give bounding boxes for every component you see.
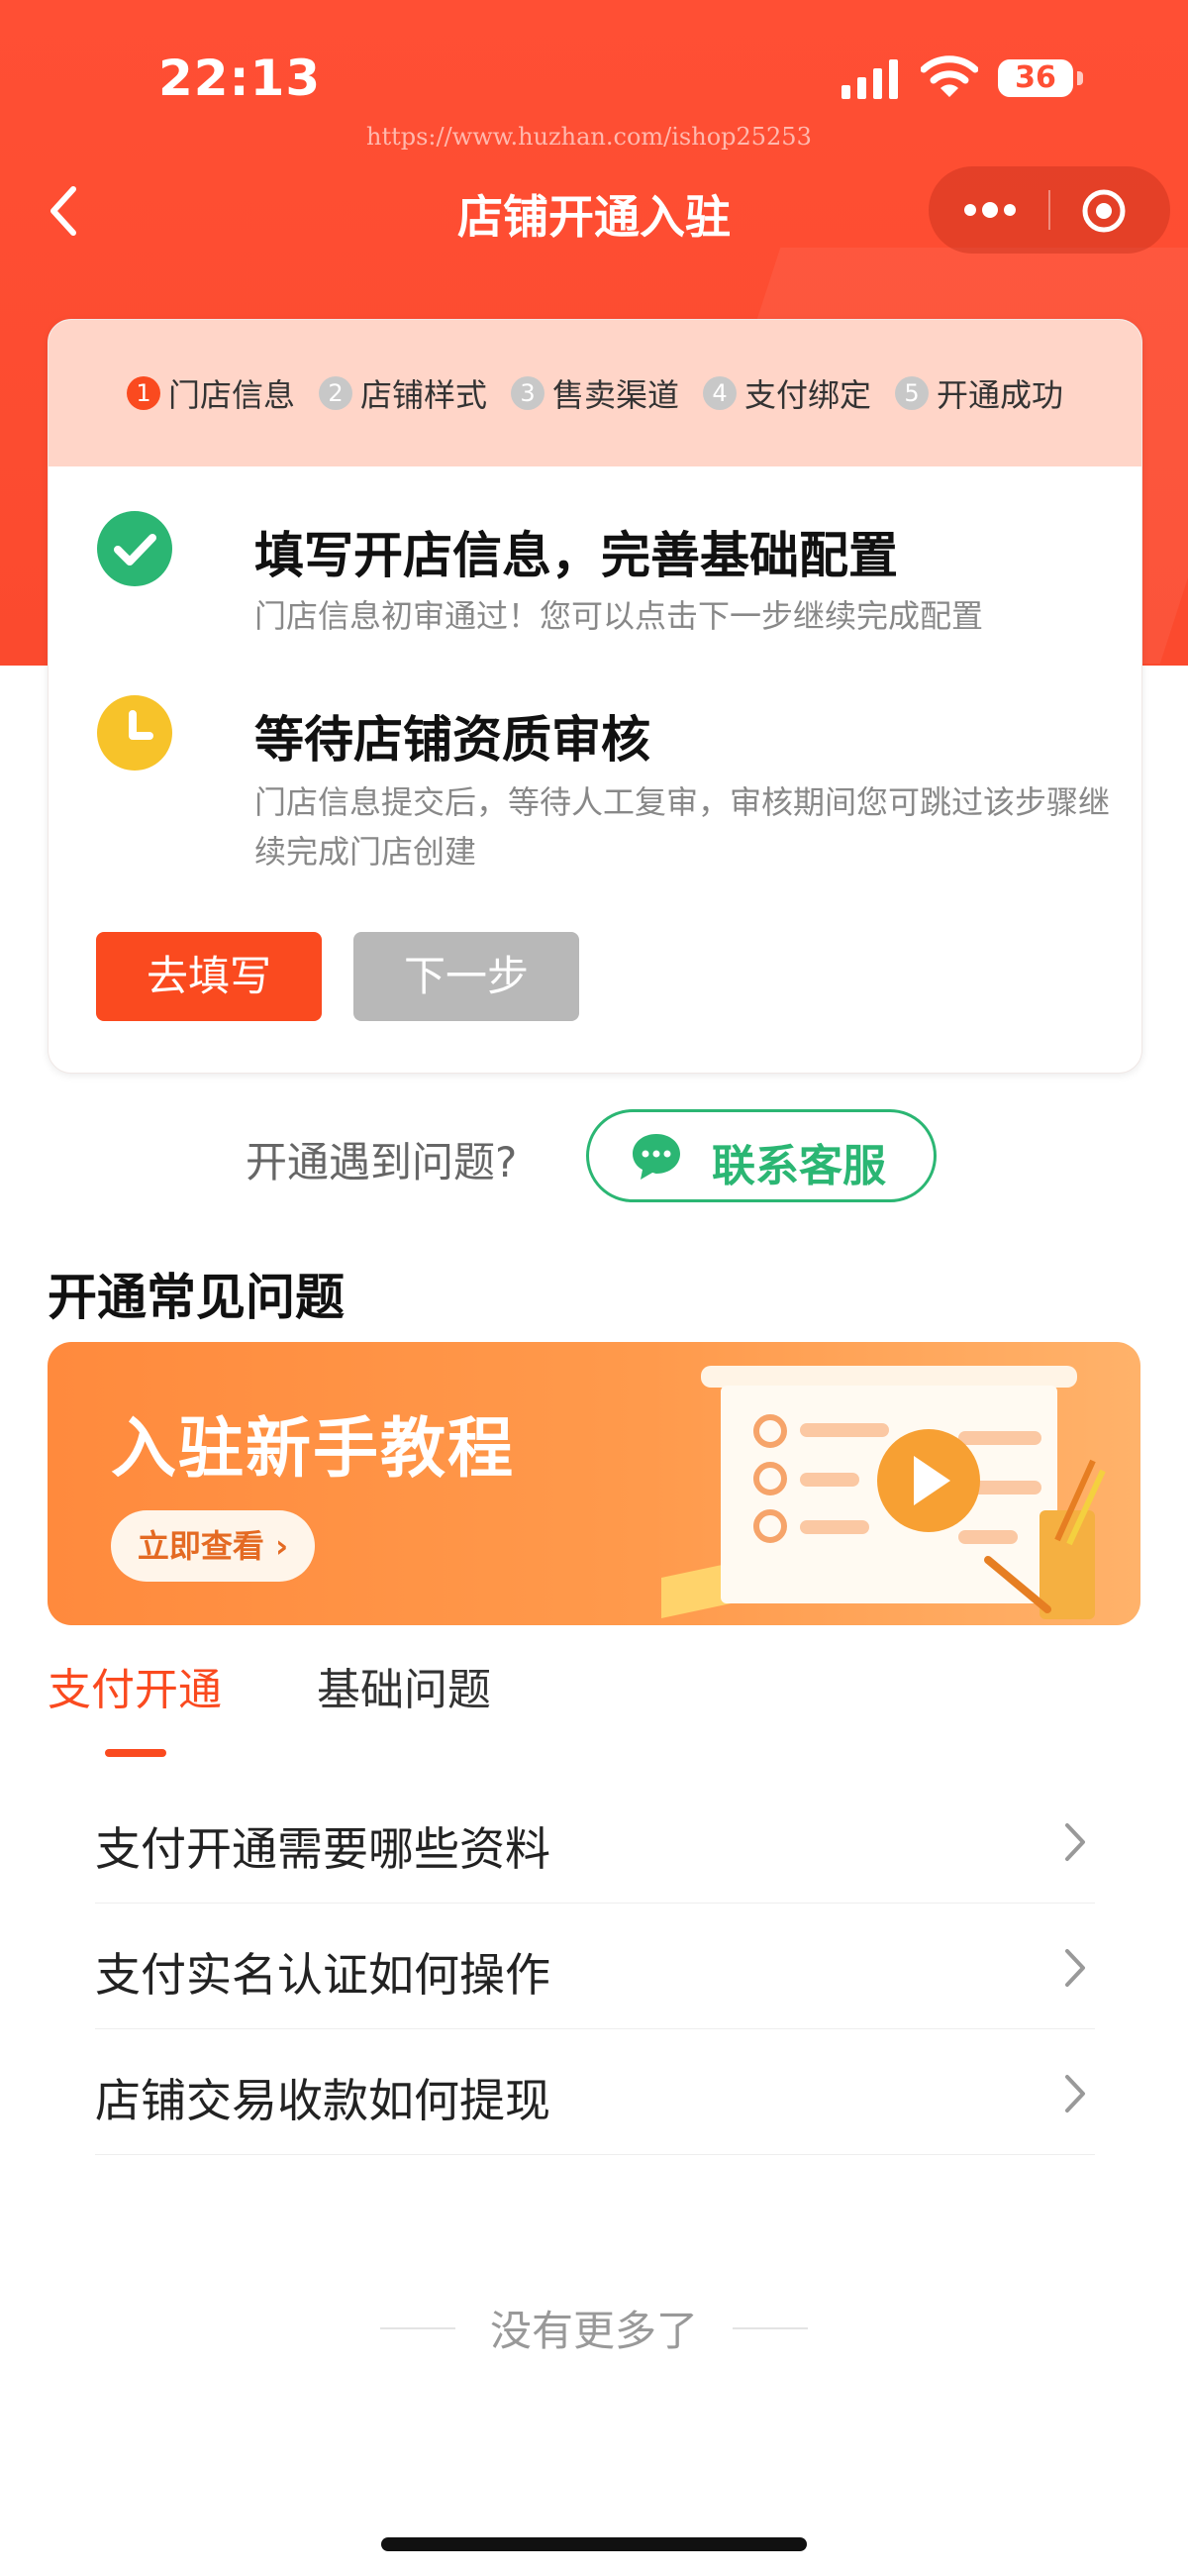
chat-icon — [633, 1134, 680, 1180]
step-store-style: 2 店铺样式 — [318, 370, 487, 416]
battery-indicator: 36 — [998, 59, 1073, 97]
next-step-button[interactable]: 下一步 — [353, 932, 579, 1021]
chevron-right-icon — [1065, 1949, 1085, 1987]
task-description: 门店信息提交后，等待人工复审，审核期间您可跳过该步骤继续完成门店创建 — [254, 783, 1111, 871]
view-now-button[interactable]: 立即查看 › — [111, 1510, 315, 1582]
divider-right — [733, 2326, 809, 2329]
faq-question: 店铺交易收款如何提现 — [95, 2074, 550, 2127]
step-payment-binding: 4 支付绑定 — [703, 370, 871, 416]
help-question: 开通遇到问题? — [246, 1138, 518, 1186]
clock-icon — [97, 695, 172, 771]
contact-label: 联系客服 — [712, 1141, 886, 1191]
list-item[interactable]: 店铺交易收款如何提现 — [95, 2029, 1095, 2155]
list-item[interactable]: 支付开通需要哪些资料 — [95, 1778, 1095, 1904]
close-miniprogram-icon[interactable] — [1081, 188, 1127, 234]
step-success: 5 开通成功 — [895, 370, 1063, 416]
no-more-footer: 没有更多了 — [0, 2298, 1188, 2358]
faq-section-title: 开通常见问题 — [48, 1269, 345, 1326]
contact-support-button[interactable]: 联系客服 — [586, 1109, 937, 1202]
step-sales-channel: 3 售卖渠道 — [510, 370, 679, 416]
onboarding-card: 1 门店信息 2 店铺样式 3 售卖渠道 4 支付绑定 5 开通成功 填写开店信… — [48, 319, 1142, 1074]
step-label: 开通成功 — [937, 376, 1064, 414]
step-progress: 1 门店信息 2 店铺样式 3 售卖渠道 4 支付绑定 5 开通成功 — [49, 320, 1141, 466]
faq-question: 支付实名认证如何操作 — [95, 1948, 550, 2002]
step-label: 售卖渠道 — [551, 376, 679, 414]
step-label: 支付绑定 — [744, 376, 872, 414]
tutorial-banner[interactable]: 入驻新手教程 立即查看 › — [48, 1342, 1140, 1625]
battery-cap — [1077, 71, 1083, 85]
presentation-board-illustration — [661, 1366, 1106, 1625]
step-label: 门店信息 — [167, 376, 295, 414]
home-indicator[interactable] — [381, 2537, 807, 2551]
active-tab-indicator — [105, 1749, 166, 1757]
capsule-divider — [1048, 190, 1050, 230]
list-item[interactable]: 支付实名认证如何操作 — [95, 1904, 1095, 2029]
step-label: 店铺样式 — [359, 376, 487, 414]
divider-left — [379, 2326, 455, 2329]
watermark: https://www.huzhan.com/ishop25253 — [366, 123, 812, 151]
mini-program-capsule — [929, 166, 1170, 254]
task-title: 等待店铺资质审核 — [254, 711, 650, 769]
fill-in-button[interactable]: 去填写 — [96, 932, 322, 1021]
faq-question: 支付开通需要哪些资料 — [95, 1822, 550, 1876]
step-store-info: 1 门店信息 — [126, 370, 295, 416]
signal-icon — [842, 59, 898, 99]
step-number: 5 — [895, 376, 930, 410]
chevron-right-icon — [1065, 2075, 1085, 2112]
step-number: 3 — [510, 376, 544, 410]
tab-payment[interactable]: 支付开通 — [48, 1654, 222, 1717]
task-title: 填写开店信息，完善基础配置 — [254, 527, 898, 584]
more-icon[interactable] — [960, 196, 1020, 224]
faq-list: 支付开通需要哪些资料 支付实名认证如何操作 店铺交易收款如何提现 — [95, 1778, 1095, 2155]
step-number: 4 — [703, 376, 737, 410]
status-time: 22:13 — [158, 50, 322, 107]
check-circle-icon — [97, 511, 172, 586]
wifi-icon — [921, 55, 978, 97]
tab-basic-questions[interactable]: 基础问题 — [317, 1654, 491, 1717]
no-more-text: 没有更多了 — [489, 2307, 698, 2355]
step-number: 2 — [318, 376, 352, 410]
task-description: 门店信息初审通过！您可以点击下一步继续完成配置 — [254, 597, 984, 635]
chevron-right-icon — [1065, 1823, 1085, 1861]
step-number: 1 — [126, 376, 160, 410]
banner-title: 入驻新手教程 — [111, 1410, 515, 1487]
